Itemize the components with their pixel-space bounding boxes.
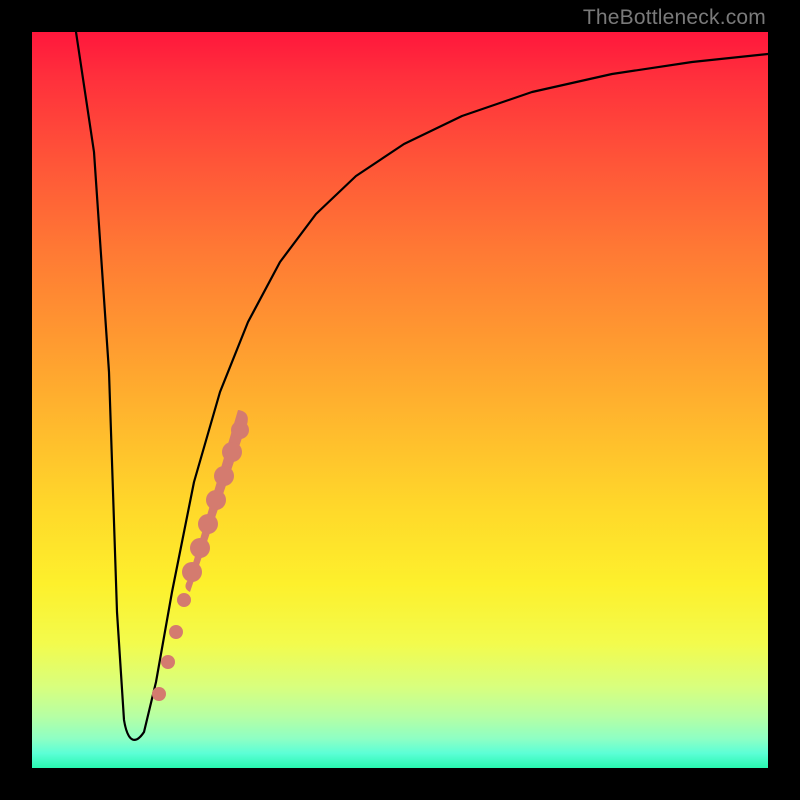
highlighted-segment xyxy=(152,410,249,701)
plot-area xyxy=(32,32,768,768)
marker-dot xyxy=(152,687,166,701)
marker-dot xyxy=(182,562,202,582)
marker-dot xyxy=(198,514,218,534)
watermark-text: TheBottleneck.com xyxy=(583,6,766,30)
marker-dot xyxy=(222,442,242,462)
chart-frame: TheBottleneck.com xyxy=(0,0,800,800)
chart-svg xyxy=(32,32,768,768)
marker-dot xyxy=(190,538,210,558)
marker-dot xyxy=(231,421,249,439)
marker-dot xyxy=(177,593,191,607)
marker-dot xyxy=(169,625,183,639)
marker-dot xyxy=(206,490,226,510)
marker-dot xyxy=(214,466,234,486)
marker-dot xyxy=(161,655,175,669)
